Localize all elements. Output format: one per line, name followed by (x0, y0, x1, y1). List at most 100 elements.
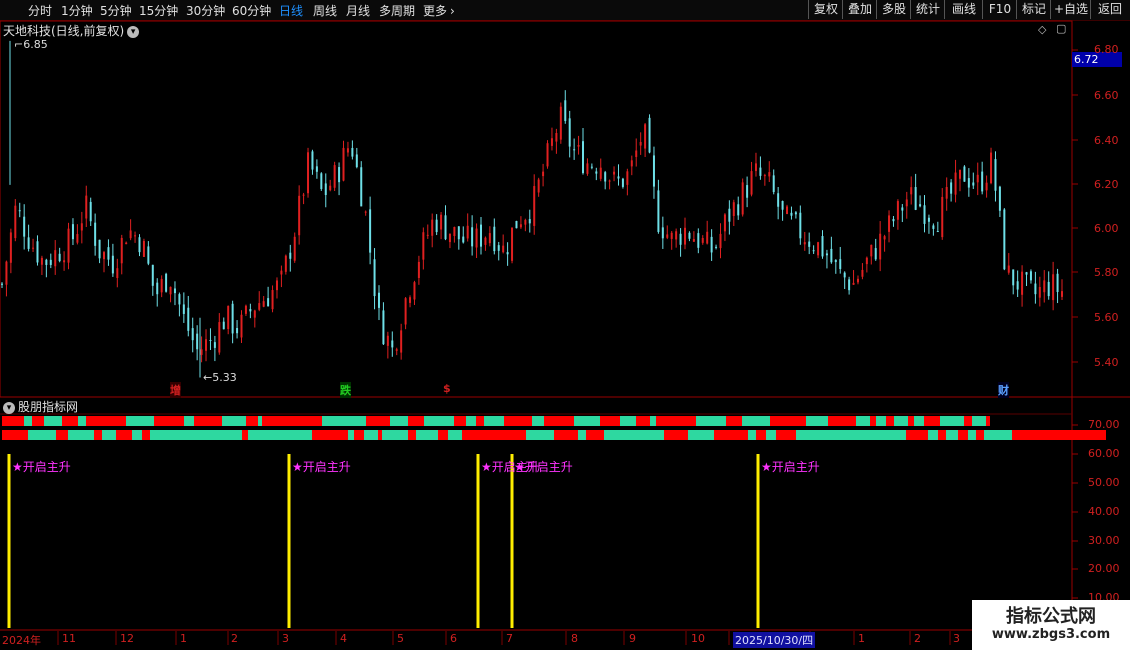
band-segment (154, 416, 184, 426)
candle-body (377, 292, 380, 308)
x-tick: 3 (953, 632, 960, 645)
candle-body (958, 169, 961, 179)
chart-canvas[interactable] (0, 0, 1130, 650)
band-segment (484, 416, 504, 426)
band-segment (964, 416, 972, 426)
candle-body (821, 236, 824, 257)
candle-body (728, 208, 731, 222)
candle-body (888, 215, 891, 232)
candle-body (777, 193, 780, 207)
candle-body (923, 205, 926, 224)
candle-body (386, 335, 389, 346)
band-segment (424, 416, 454, 426)
candle-body (45, 259, 48, 265)
candle-body (932, 225, 935, 229)
x-tick: 1 (180, 632, 187, 645)
candle-body (550, 138, 553, 146)
band-segment (578, 430, 586, 440)
y-tick: 6.00 (1094, 222, 1119, 235)
candle-body (307, 152, 310, 194)
y-axis-ticks (1072, 49, 1078, 599)
candle-body (981, 171, 984, 192)
candle-body (142, 240, 145, 257)
candle-body (715, 246, 718, 248)
candle-body (555, 133, 558, 142)
band-segment (312, 430, 348, 440)
candle-body (311, 151, 314, 170)
band-segment (194, 416, 222, 426)
candle-body (284, 255, 287, 272)
candle-body (803, 242, 806, 245)
candle-body (391, 340, 394, 348)
band-segment (894, 416, 908, 426)
candle-body (329, 185, 332, 191)
candle-body (71, 224, 74, 240)
chevron-down-icon[interactable]: ▾ (127, 25, 140, 38)
candle-body (275, 280, 278, 291)
candle-body (120, 237, 123, 264)
candle-body (528, 219, 531, 224)
candle-body (147, 246, 150, 264)
candle-body (963, 166, 966, 182)
band-segment (876, 416, 886, 426)
candle-body (475, 228, 478, 248)
band-segment (554, 430, 578, 440)
marker-dollar[interactable]: $ (443, 382, 451, 395)
candle-body (546, 143, 549, 167)
candle-body (1052, 274, 1055, 301)
diamond-icon[interactable]: ◇ (1038, 23, 1046, 36)
candle-body (710, 236, 713, 253)
candle-body (440, 214, 443, 230)
candle-body (688, 232, 691, 239)
candle-body (577, 145, 580, 147)
band-segment (62, 416, 78, 426)
candle-body (1029, 271, 1032, 281)
candle-body (790, 212, 793, 216)
candle-body (781, 201, 784, 210)
candle-body (5, 261, 8, 285)
candle-body (497, 245, 500, 251)
marker-cai[interactable]: 财 (998, 382, 1009, 398)
candle-body (49, 259, 52, 265)
y-tick: 6.40 (1094, 134, 1119, 147)
band-segment (586, 430, 604, 440)
candle-body (23, 216, 26, 237)
candle-body (116, 268, 119, 279)
signal-label: ★开启主升 (292, 460, 351, 474)
candle-body (213, 342, 216, 348)
marker-zeng[interactable]: 增 (170, 382, 181, 398)
x-tick: 2 (231, 632, 238, 645)
candle-body (218, 322, 221, 353)
band-segment (246, 416, 258, 426)
candle-body (222, 321, 225, 330)
candle-body (750, 171, 753, 195)
candle-body (1012, 269, 1015, 286)
candle-body (444, 215, 447, 240)
candle-body (240, 314, 243, 338)
band-segment (806, 416, 828, 426)
band-segment (150, 430, 242, 440)
band-segment (986, 416, 990, 426)
band-segment (102, 430, 116, 440)
candle-body (209, 340, 212, 342)
candle-body (883, 236, 886, 240)
x-tick: 12 (120, 632, 134, 645)
candle-body (985, 182, 988, 191)
band-segment (390, 416, 408, 426)
band-segment (408, 416, 424, 426)
candle-body (448, 233, 451, 243)
candle-body (111, 255, 114, 274)
expand-icon[interactable]: ▢ (1056, 22, 1066, 35)
signal-label: ★开启主升 (761, 460, 820, 474)
candle-body (32, 247, 35, 249)
band-segment (222, 416, 246, 426)
candle-body (471, 227, 474, 247)
candle-body (595, 171, 598, 174)
x-tick: 4 (340, 632, 347, 645)
chevron-down-icon[interactable]: ▾ (3, 401, 15, 414)
candle-body (422, 232, 425, 260)
band-segment (972, 416, 986, 426)
x-tick: 9 (629, 632, 636, 645)
band-segment (2, 430, 28, 440)
marker-die[interactable]: 跌 (340, 382, 351, 398)
